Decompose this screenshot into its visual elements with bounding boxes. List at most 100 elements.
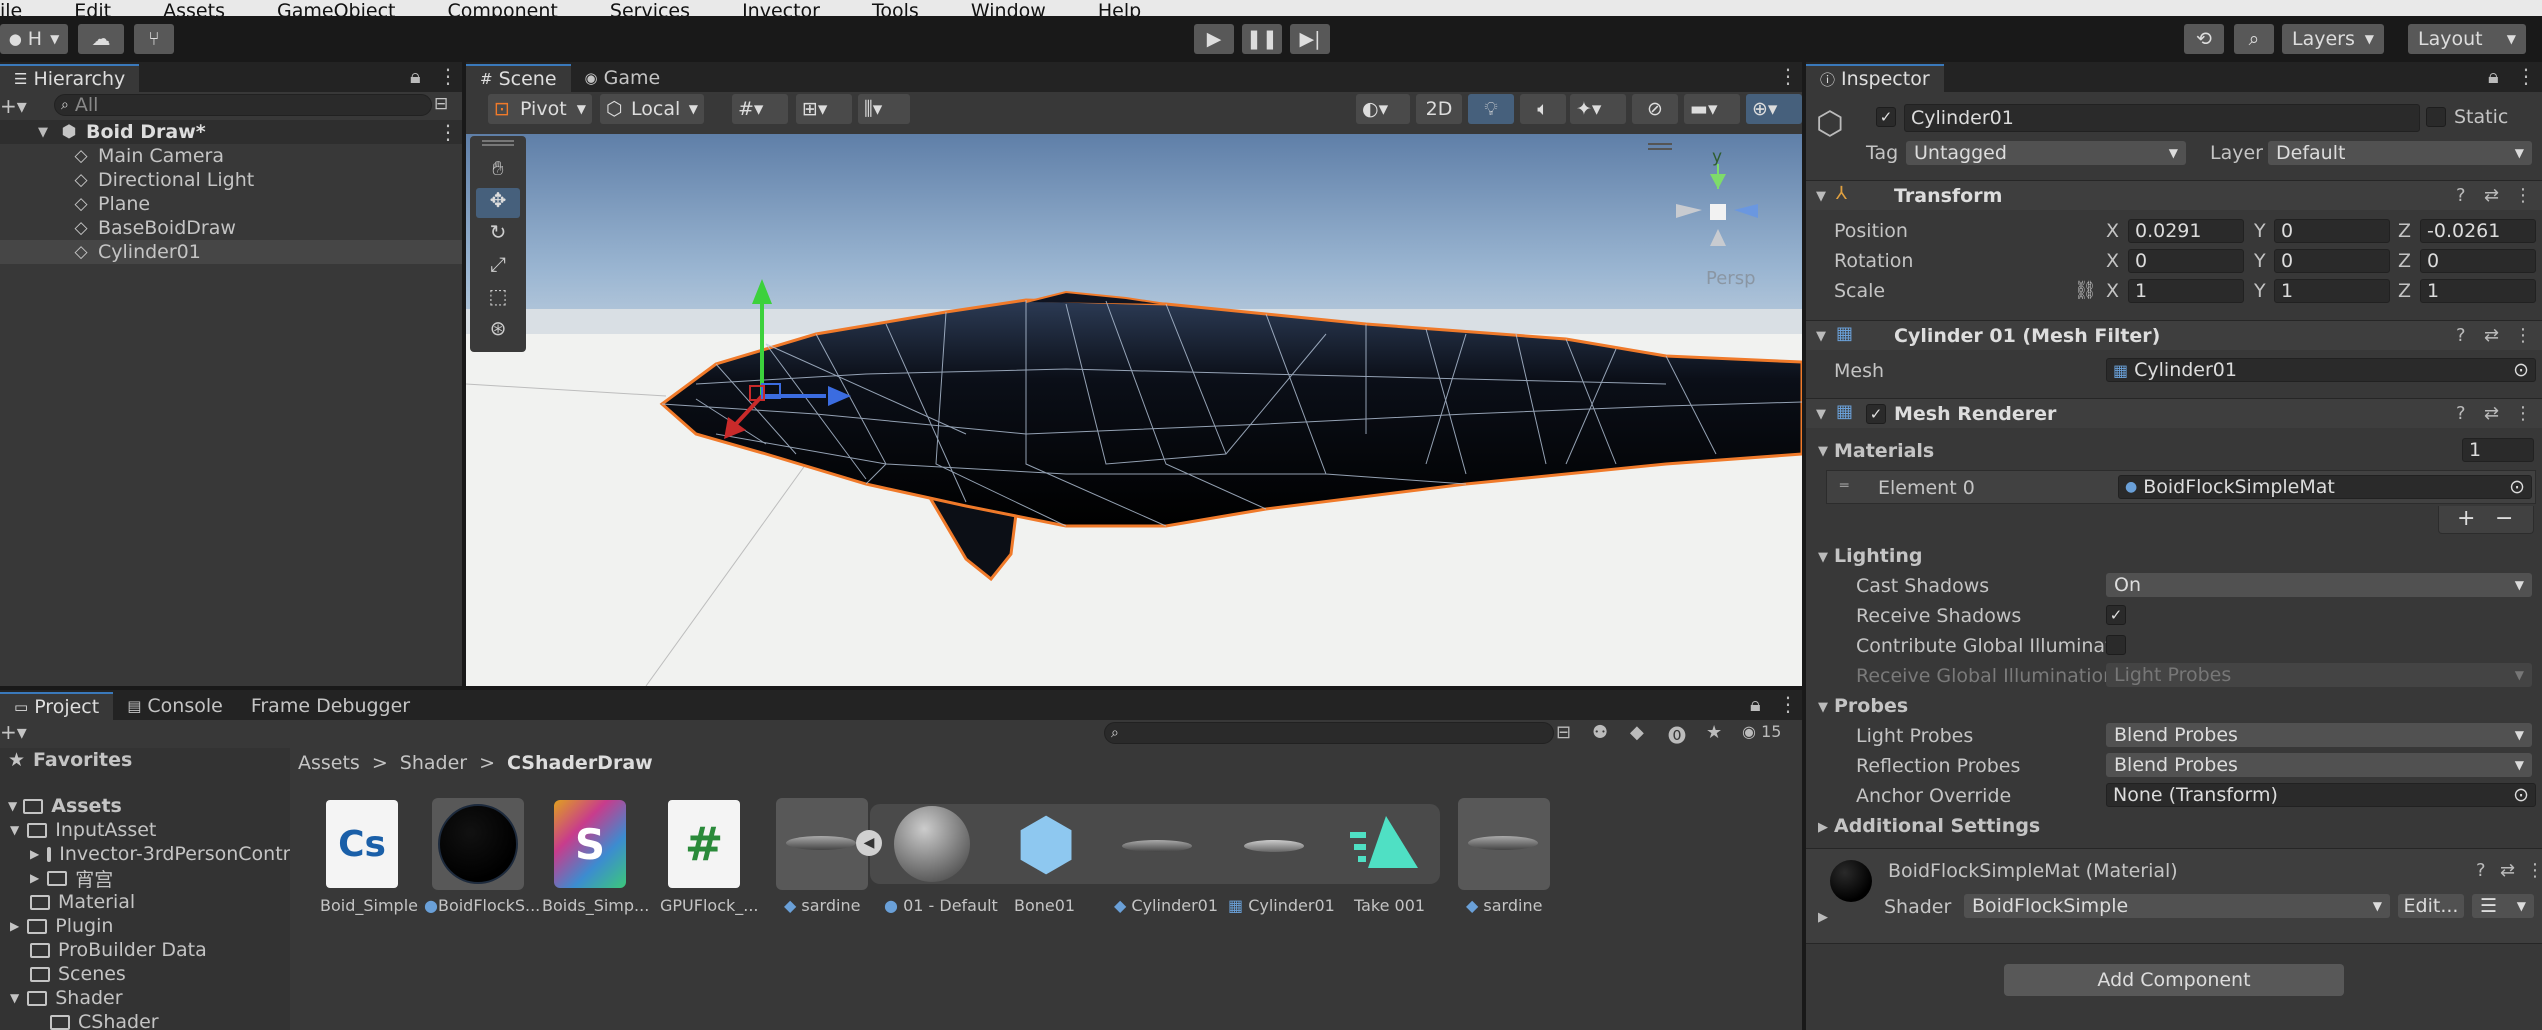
active-checkbox[interactable]: ✓ (1876, 107, 1896, 127)
shader-dropdown[interactable]: BoidFlockSimple ▼ (1964, 894, 2390, 918)
rect-tool-icon[interactable]: ⬚ (476, 284, 520, 314)
step-button[interactable]: ▶| (1290, 24, 1330, 54)
hand-tool-icon[interactable]: ✋︎ (476, 156, 520, 186)
effects-dropdown[interactable]: ✦▾ (1570, 94, 1626, 124)
add-icon[interactable]: +▾ (0, 94, 27, 118)
reflection-probes-dropdown[interactable]: Blend Probes ▼ (2106, 753, 2532, 777)
warning-icon[interactable]: ⓿ (1668, 722, 1686, 748)
transform-header[interactable]: ▼ ⅄ Transform ? ⇄ ⋮ (1806, 180, 2542, 210)
lighting-label[interactable]: Lighting (1834, 545, 1922, 567)
shader-options-dropdown[interactable]: ☰ ▼ (2472, 894, 2534, 918)
menu-gameobject[interactable]: GameObject (277, 2, 395, 17)
favorite-star-icon[interactable]: ★ (1706, 722, 1722, 743)
local-dropdown[interactable]: ⬡ Local ▼ (600, 94, 704, 124)
kebab-menu-icon[interactable]: ⋮ (2514, 185, 2532, 206)
menu-invector[interactable]: Invector (742, 2, 820, 17)
tab-console[interactable]: ▤ Console (113, 692, 237, 720)
object-name-field[interactable]: Cylinder01 (1904, 104, 2420, 132)
menu-edit[interactable]: Edit (74, 2, 111, 17)
kebab-menu-icon[interactable]: ⋮ (1778, 692, 1798, 716)
account-dropdown[interactable]: ● H ▼ (0, 24, 68, 54)
grid-snap-button[interactable]: #▾ (732, 94, 788, 124)
search-by-label-icon[interactable]: ⚉ (1592, 722, 1608, 743)
help-icon[interactable]: ? (2456, 185, 2466, 206)
visible-count-badge[interactable]: ◉ 15 (1742, 722, 1781, 741)
rotation-z-field[interactable]: 0 (2420, 249, 2536, 273)
contribute-gi-checkbox[interactable] (2106, 635, 2126, 655)
cylinder-prefab-thumb[interactable] (1122, 840, 1192, 852)
tag-dropdown[interactable]: Untagged ▼ (1906, 141, 2186, 165)
kebab-menu-icon[interactable]: ⋮ (2516, 64, 2536, 88)
play-button[interactable]: ▶ (1194, 24, 1234, 54)
cylinder-mesh-thumb[interactable] (1244, 840, 1304, 852)
layer-dropdown[interactable]: Default ▼ (2268, 141, 2532, 165)
tree-item[interactable]: ProBuilder Data (30, 938, 207, 962)
kebab-menu-icon[interactable]: ⋮ (2514, 403, 2532, 424)
add-icon[interactable]: +▾ (0, 720, 27, 744)
anchor-override-field[interactable]: None (Transform) ⊙ (2106, 783, 2536, 807)
add-element-icon[interactable]: + (2457, 506, 2475, 531)
collapse-arrow-icon[interactable]: ◀ (856, 830, 882, 856)
hierarchy-item[interactable]: ◇ Directional Light (72, 168, 254, 192)
menu-help[interactable]: Help (1098, 2, 1141, 17)
breadcrumb-item-current[interactable]: CShaderDraw (507, 752, 653, 774)
static-checkbox[interactable] (2426, 107, 2446, 127)
shader-edit-button[interactable]: Edit... (2398, 894, 2464, 918)
position-x-field[interactable]: 0.0291 (2128, 219, 2244, 243)
scale-y-field[interactable]: 1 (2274, 279, 2390, 303)
position-y-field[interactable]: 0 (2274, 219, 2390, 243)
rotation-x-field[interactable]: 0 (2128, 249, 2244, 273)
align-button[interactable]: ⫼▾ (858, 94, 910, 124)
menu-file[interactable]: ile (0, 2, 22, 17)
additional-settings-label[interactable]: Additional Settings (1834, 815, 2040, 837)
lock-icon[interactable]: 🔒︎ (410, 64, 421, 88)
shader-thumb[interactable]: S (554, 800, 626, 888)
hidden-objects-toggle[interactable]: ⊘ (1632, 94, 1678, 124)
constrain-proportions-icon[interactable]: ⛓︎ (2074, 280, 2097, 301)
favorites-item[interactable]: ★ Favorites (8, 748, 132, 772)
material-thumb-frame[interactable] (432, 798, 524, 890)
tree-item[interactable]: Scenes (30, 962, 126, 986)
object-picker-icon[interactable]: ⊙ (2513, 784, 2529, 806)
help-icon[interactable]: ? (2476, 860, 2486, 881)
receive-shadows-checkbox[interactable]: ✓ (2106, 605, 2126, 625)
lighting-toggle[interactable]: 💡︎ (1468, 94, 1514, 124)
gizmos-dropdown[interactable]: ⊕▾ (1746, 94, 1802, 124)
scene-row[interactable]: ▼ ⬢ Boid Draw* (0, 120, 462, 144)
menu-tools[interactable]: Tools (872, 2, 919, 17)
layout-dropdown[interactable]: Layout ▼ (2408, 24, 2526, 54)
filter-icon[interactable]: ⊟ (434, 94, 448, 114)
scene-viewport[interactable]: y Persp ✋︎ ✥ ↻ ⤢ ⬚ ⊛ (466, 134, 1802, 686)
project-search-input[interactable]: ⌕ (1104, 722, 1554, 744)
tab-frame-debugger[interactable]: Frame Debugger (237, 692, 424, 720)
hierarchy-item-selected[interactable]: ◇ Cylinder01 (0, 240, 462, 264)
remove-element-icon[interactable]: − (2495, 506, 2513, 531)
tab-inspector[interactable]: ⓘ Inspector (1806, 64, 1944, 92)
menu-component[interactable]: Component (448, 2, 558, 17)
compute-shader-thumb[interactable]: # (668, 800, 740, 888)
expand-triangle-icon[interactable]: ▼ (1818, 444, 1828, 459)
layers-dropdown[interactable]: Layers ▼ (2282, 24, 2384, 54)
animation-clip-thumb[interactable] (1348, 812, 1424, 872)
tree-item[interactable]: ▼ Shader (10, 986, 123, 1010)
pivot-dropdown[interactable]: ⊡ Pivot ▼ (488, 94, 592, 124)
menu-assets[interactable]: Assets (163, 2, 225, 17)
hierarchy-search-input[interactable]: ⌕ All (54, 94, 432, 116)
csharp-script-thumb[interactable]: Cs (326, 800, 398, 888)
scale-z-field[interactable]: 1 (2420, 279, 2536, 303)
position-z-field[interactable]: -0.0261 (2420, 219, 2536, 243)
material-element-field[interactable]: ● BoidFlockSimpleMat ⊙ (2118, 475, 2532, 499)
kebab-menu-icon[interactable]: ⋮ (438, 64, 458, 88)
menu-window[interactable]: Window (971, 2, 1046, 17)
kebab-menu-icon[interactable]: ⋮ (1778, 64, 1798, 88)
kebab-menu-icon[interactable]: ⋮ (2514, 325, 2532, 346)
hierarchy-item[interactable]: ◇ Plane (72, 192, 150, 216)
bone-gameobject-thumb[interactable]: ⬢ (1008, 806, 1084, 882)
mesh-renderer-header[interactable]: ▼ ▦ ✓ Mesh Renderer ? ⇄ ⋮ (1806, 398, 2542, 428)
model-thumb[interactable] (1458, 798, 1550, 890)
lock-icon[interactable]: 🔒︎ (2488, 64, 2499, 88)
rotate-tool-icon[interactable]: ↻ (476, 220, 520, 250)
expand-triangle-icon[interactable]: ▼ (1816, 407, 1826, 422)
preset-icon[interactable]: ⇄ (2500, 860, 2515, 881)
cast-shadows-dropdown[interactable]: On ▼ (2106, 573, 2532, 597)
